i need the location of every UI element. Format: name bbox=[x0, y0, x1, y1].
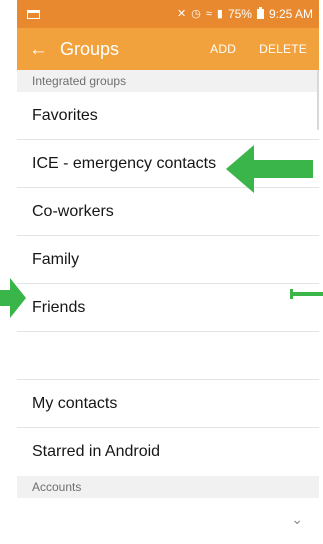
battery-percent: 75% bbox=[227, 7, 252, 21]
group-starred-in-android[interactable]: Starred in Android bbox=[17, 428, 319, 476]
add-button[interactable]: ADD bbox=[210, 42, 236, 56]
alarm-icon: ◷ bbox=[191, 7, 201, 20]
phone-screen: ✕ ◷ ≈ ▮ 75% 9:25 AM ← Groups ADD DELETE … bbox=[17, 0, 319, 544]
integrated-groups-header: Integrated groups bbox=[17, 70, 319, 92]
battery-icon bbox=[256, 7, 264, 19]
group-label: Favorites bbox=[32, 106, 98, 124]
vibrate-mute-icon: ✕ bbox=[177, 7, 187, 20]
group-family[interactable]: Family bbox=[17, 236, 319, 284]
accounts-header: Accounts bbox=[17, 476, 319, 498]
wifi-icon: ≈ bbox=[205, 7, 212, 20]
group-co-workers[interactable]: Co-workers bbox=[17, 188, 319, 236]
groups-app-bar: ← Groups ADD DELETE bbox=[17, 28, 319, 70]
status-time: 9:25 AM bbox=[268, 7, 313, 21]
status-indicators: ✕ ◷ ≈ ▮ 75% 9:25 AM bbox=[177, 7, 313, 21]
group-my-contacts[interactable]: My contacts bbox=[17, 380, 319, 428]
group-label: My contacts bbox=[32, 394, 118, 412]
group-empty-slot[interactable] bbox=[17, 332, 319, 380]
right-edge-marker-icon bbox=[290, 289, 323, 299]
group-label: ICE - emergency contacts bbox=[32, 154, 217, 172]
app-bar-actions: ADD DELETE bbox=[210, 42, 307, 56]
scrollbar[interactable] bbox=[317, 70, 319, 130]
group-label: Friends bbox=[32, 298, 86, 316]
signal-icon: ▮ bbox=[216, 7, 223, 20]
left-edge-arrow-icon bbox=[0, 278, 26, 318]
group-label: Co-workers bbox=[32, 202, 114, 220]
delete-button[interactable]: DELETE bbox=[259, 42, 307, 56]
chevron-down-icon: ⌄ bbox=[291, 510, 303, 527]
group-favorites[interactable]: Favorites bbox=[17, 92, 319, 140]
group-label: Family bbox=[32, 250, 80, 268]
status-bar: ✕ ◷ ≈ ▮ 75% 9:25 AM bbox=[17, 0, 319, 28]
app-notification-icon bbox=[27, 9, 40, 19]
left-arrow-icon[interactable]: ← bbox=[29, 40, 48, 59]
page-title: Groups bbox=[60, 38, 120, 59]
green-arrow-icon bbox=[226, 145, 313, 193]
group-label: Starred in Android bbox=[32, 443, 161, 460]
group-friends[interactable]: Friends bbox=[17, 284, 319, 332]
accounts-expand-row[interactable]: ⌄ bbox=[17, 498, 319, 540]
